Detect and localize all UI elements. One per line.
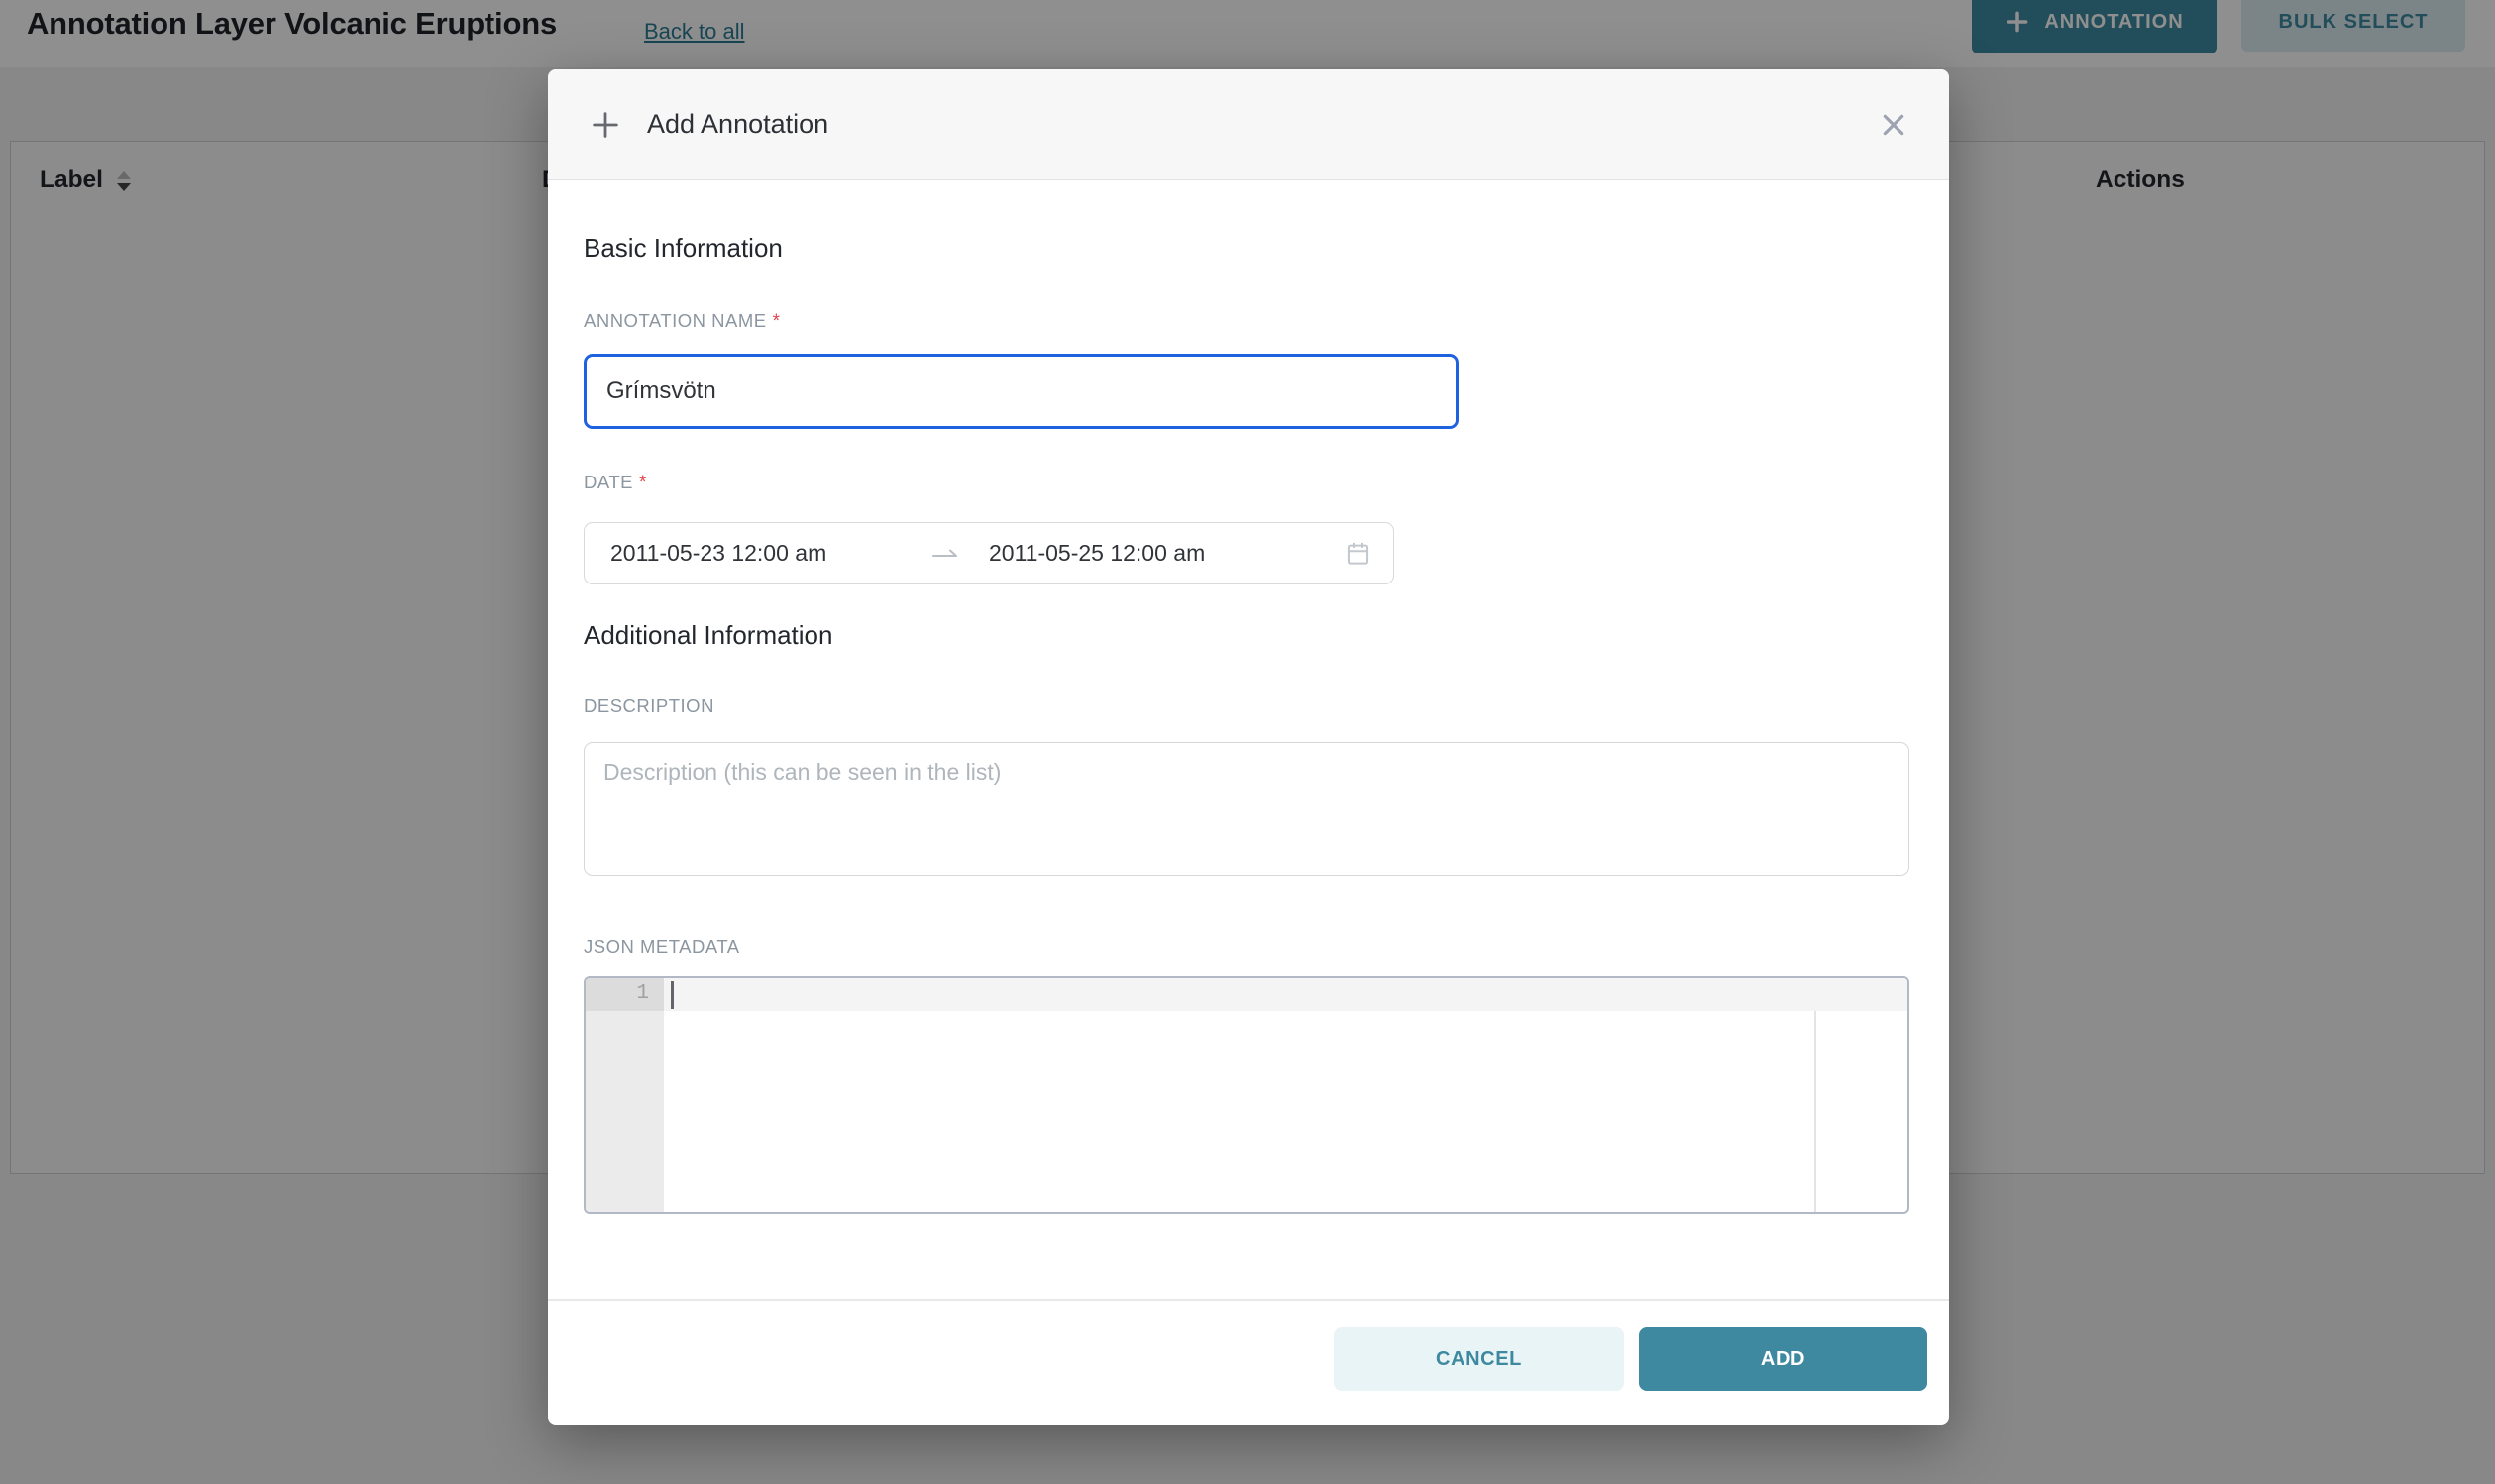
modal-title: Add Annotation (647, 109, 828, 140)
modal-body: Basic Information ANNOTATION NAME* DATE*… (584, 180, 1909, 1425)
annotation-name-input[interactable] (584, 354, 1459, 429)
date-label: DATE* (584, 472, 647, 494)
date-range-picker[interactable]: 2011-05-23 12:00 am 2011-05-25 12:00 am (584, 522, 1394, 584)
screen: Annotation Layer Volcanic Eruptions Back… (0, 0, 2495, 1484)
required-asterisk: * (773, 311, 781, 332)
json-metadata-label: JSON METADATA (584, 936, 740, 958)
calendar-icon[interactable] (1345, 540, 1371, 567)
modal-footer-divider (548, 1299, 1949, 1301)
description-textarea[interactable] (584, 742, 1909, 876)
arrow-right-icon (908, 542, 983, 566)
description-label: DESCRIPTION (584, 695, 714, 717)
editor-text-cursor (671, 981, 674, 1009)
cancel-button[interactable]: CANCEL (1334, 1327, 1624, 1391)
add-button[interactable]: ADD (1639, 1327, 1927, 1391)
editor-line-number: 1 (586, 982, 649, 1005)
editor-gutter (586, 978, 664, 1212)
required-asterisk: * (639, 473, 647, 493)
json-metadata-editor[interactable]: 1 (584, 976, 1909, 1214)
plus-icon (590, 109, 621, 141)
close-icon[interactable] (1872, 103, 1915, 147)
editor-active-line (664, 978, 1907, 1011)
editor-print-margin (1814, 1011, 1816, 1212)
add-annotation-modal: Add Annotation Basic Information ANNOTAT… (548, 69, 1949, 1425)
annotation-name-label: ANNOTATION NAME* (584, 310, 781, 333)
date-start-value[interactable]: 2011-05-23 12:00 am (610, 540, 908, 567)
section-basic-information: Basic Information (584, 233, 783, 264)
date-end-value[interactable]: 2011-05-25 12:00 am (989, 540, 1205, 567)
section-additional-information: Additional Information (584, 620, 832, 651)
modal-header: Add Annotation (548, 69, 1949, 180)
